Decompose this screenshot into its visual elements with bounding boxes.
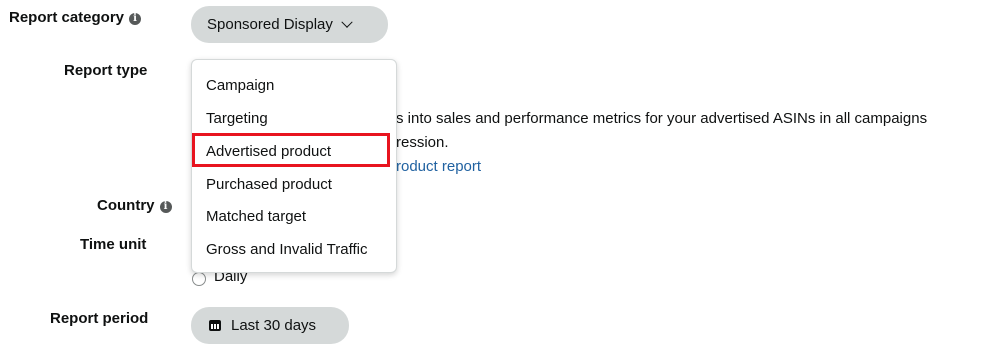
report-type-dropdown-menu: Campaign Targeting Advertised product Pu…: [191, 59, 397, 273]
report-period-label: Report period: [50, 310, 149, 327]
report-category-label-text: Report category: [9, 9, 125, 26]
dropdown-option-targeting[interactable]: Targeting: [206, 110, 268, 127]
report-type-description-line1: s into sales and performance metrics for…: [396, 110, 928, 127]
info-icon[interactable]: i: [159, 201, 172, 213]
report-type-label: Report type: [64, 62, 148, 79]
dropdown-option-matched-target[interactable]: Matched target: [206, 208, 306, 225]
report-period-button[interactable]: Last 30 days: [191, 307, 349, 344]
report-category-dropdown[interactable]: Sponsored Display: [191, 6, 388, 43]
time-unit-label: Time unit: [80, 236, 147, 253]
country-label: Country i: [97, 197, 172, 214]
report-period-value: Last 30 days: [231, 317, 317, 334]
time-unit-daily-radio[interactable]: [192, 272, 206, 286]
dropdown-option-purchased-product[interactable]: Purchased product: [206, 176, 332, 193]
calendar-icon: [209, 320, 221, 331]
dropdown-option-campaign[interactable]: Campaign: [206, 77, 274, 94]
dropdown-option-advertised-product[interactable]: Advertised product: [206, 143, 331, 160]
dropdown-option-gross-invalid-traffic[interactable]: Gross and Invalid Traffic: [206, 241, 367, 258]
report-type-description-line2: ression.: [396, 134, 449, 151]
info-icon[interactable]: i: [129, 13, 142, 25]
country-label-text: Country: [97, 197, 155, 214]
report-category-label: Report category i: [9, 9, 142, 26]
chevron-down-icon: [341, 16, 353, 28]
report-category-value: Sponsored Display: [207, 16, 333, 33]
report-type-help-link[interactable]: roduct report: [396, 158, 481, 175]
